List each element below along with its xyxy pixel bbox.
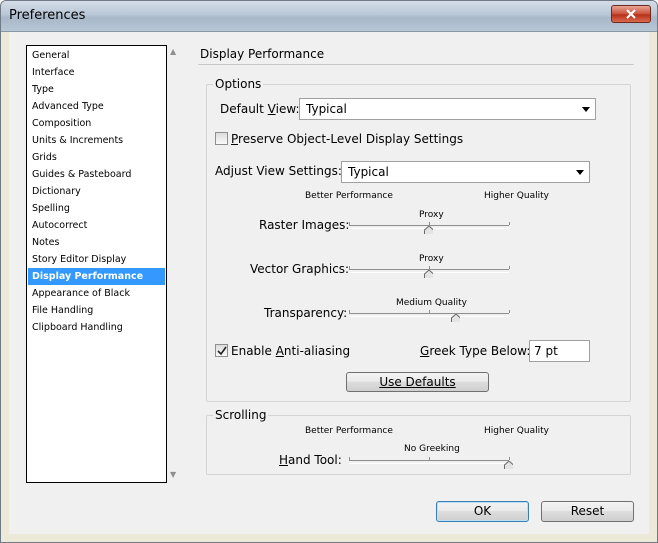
hand-tool-slider[interactable] [349,457,515,474]
category-item[interactable]: Display Performance [28,268,165,285]
adjust-view-value: Typical [348,165,389,179]
title-bar[interactable]: Preferences [1,1,657,32]
vector-graphics-label: Vector Graphics: [250,262,350,276]
category-item[interactable]: Dictionary [28,183,165,200]
category-item[interactable]: Notes [28,234,165,251]
window-title: Preferences [9,8,86,23]
category-item[interactable]: Spelling [28,200,165,217]
slider-tick [509,266,510,269]
greek-type-value: 7 pt [534,344,558,358]
section-divider [198,64,634,65]
category-item[interactable]: Interface [28,64,165,81]
slider-thumb-icon[interactable] [504,461,513,469]
adjust-view-label: Adjust View Settings: [215,164,342,178]
anti-aliasing-checkbox[interactable] [215,344,228,357]
default-view-value: Typical [306,102,347,116]
category-item[interactable]: File Handling [28,302,165,319]
better-performance-label: Better Performance [305,191,393,201]
slider-tick [429,266,430,269]
transparency-value: Medium Quality [396,298,468,308]
category-item[interactable]: Grids [28,149,165,166]
slider-thumb-icon[interactable] [424,270,433,278]
use-defaults-button[interactable]: Use Defaults [346,372,489,392]
category-item[interactable]: Appearance of Black [28,285,165,302]
slider-tick [349,266,350,269]
slider-tick [349,457,350,460]
category-item[interactable]: Story Editor Display [28,251,165,268]
preserve-settings-label[interactable]: Preserve Object-Level Display Settings [231,132,463,146]
raster-images-label: Raster Images: [259,218,350,232]
scroll-up-icon[interactable]: ▲ [170,47,176,56]
transparency-label: Transparency: [264,306,348,320]
slider-tick [509,310,510,313]
transparency-slider[interactable] [349,310,515,327]
close-icon [626,9,636,19]
category-item[interactable]: Autocorrect [28,217,165,234]
category-item[interactable]: Type [28,81,165,98]
category-item[interactable]: Clipboard Handling [28,319,165,336]
slider-tick [429,457,430,460]
slider-track [349,313,509,317]
slider-tick [509,222,510,225]
options-group-label: Options [213,77,264,91]
slider-tick [509,457,510,460]
vector-graphics-value: Proxy [419,254,444,264]
page-title: Display Performance [200,47,325,61]
default-view-dropdown[interactable]: Typical [299,98,596,120]
close-button[interactable] [611,5,651,23]
ok-button[interactable]: OK [436,501,529,522]
slider-tick [349,310,350,313]
vector-graphics-slider[interactable] [349,266,515,283]
raster-images-slider[interactable] [349,222,515,239]
chevron-down-icon [576,170,584,175]
category-item[interactable]: Advanced Type [28,98,165,115]
default-view-label: Default View: [220,102,300,116]
reset-button[interactable]: Reset [541,501,634,522]
slider-tick [349,222,350,225]
category-list-scrollbar[interactable]: ▲ ▼ [167,45,182,483]
category-item[interactable]: Guides & Pasteboard [28,166,165,183]
slider-tick [429,310,430,313]
scrolling-group-label: Scrolling [213,408,269,422]
higher-quality-label: Higher Quality [484,191,549,201]
category-item[interactable]: General [28,47,165,64]
checkmark-icon [217,346,227,356]
category-list[interactable]: General Interface Type Advanced Type Composi… [26,45,167,483]
greek-type-label: Greek Type Below: [420,344,531,358]
adjust-view-dropdown[interactable]: Typical [341,161,590,183]
raster-images-value: Proxy [419,210,444,220]
slider-thumb-icon[interactable] [424,226,433,234]
slider-tick [429,222,430,225]
category-item[interactable]: Units & Increments [28,132,165,149]
preserve-settings-checkbox[interactable] [215,132,228,145]
use-defaults-label: Use Defaults [379,375,456,389]
category-item[interactable]: Composition [28,115,165,132]
greek-type-input[interactable]: 7 pt [529,340,590,362]
chevron-down-icon [582,107,590,112]
slider-track [349,460,509,464]
preferences-dialog: Preferences General Interface Type Advanced… [0,0,658,543]
dialog-content: General Interface Type Advanced Type Composi… [9,32,649,534]
scroll-down-icon[interactable]: ▼ [170,470,176,479]
hand-tool-value: No Greeking [404,444,460,454]
slider-thumb-icon[interactable] [451,314,460,322]
anti-aliasing-label[interactable]: Enable Anti-aliasing [231,344,350,358]
hand-tool-label: Hand Tool: [279,453,342,467]
scrolling-better-performance-label: Better Performance [305,426,393,436]
scrolling-higher-quality-label: Higher Quality [484,426,549,436]
